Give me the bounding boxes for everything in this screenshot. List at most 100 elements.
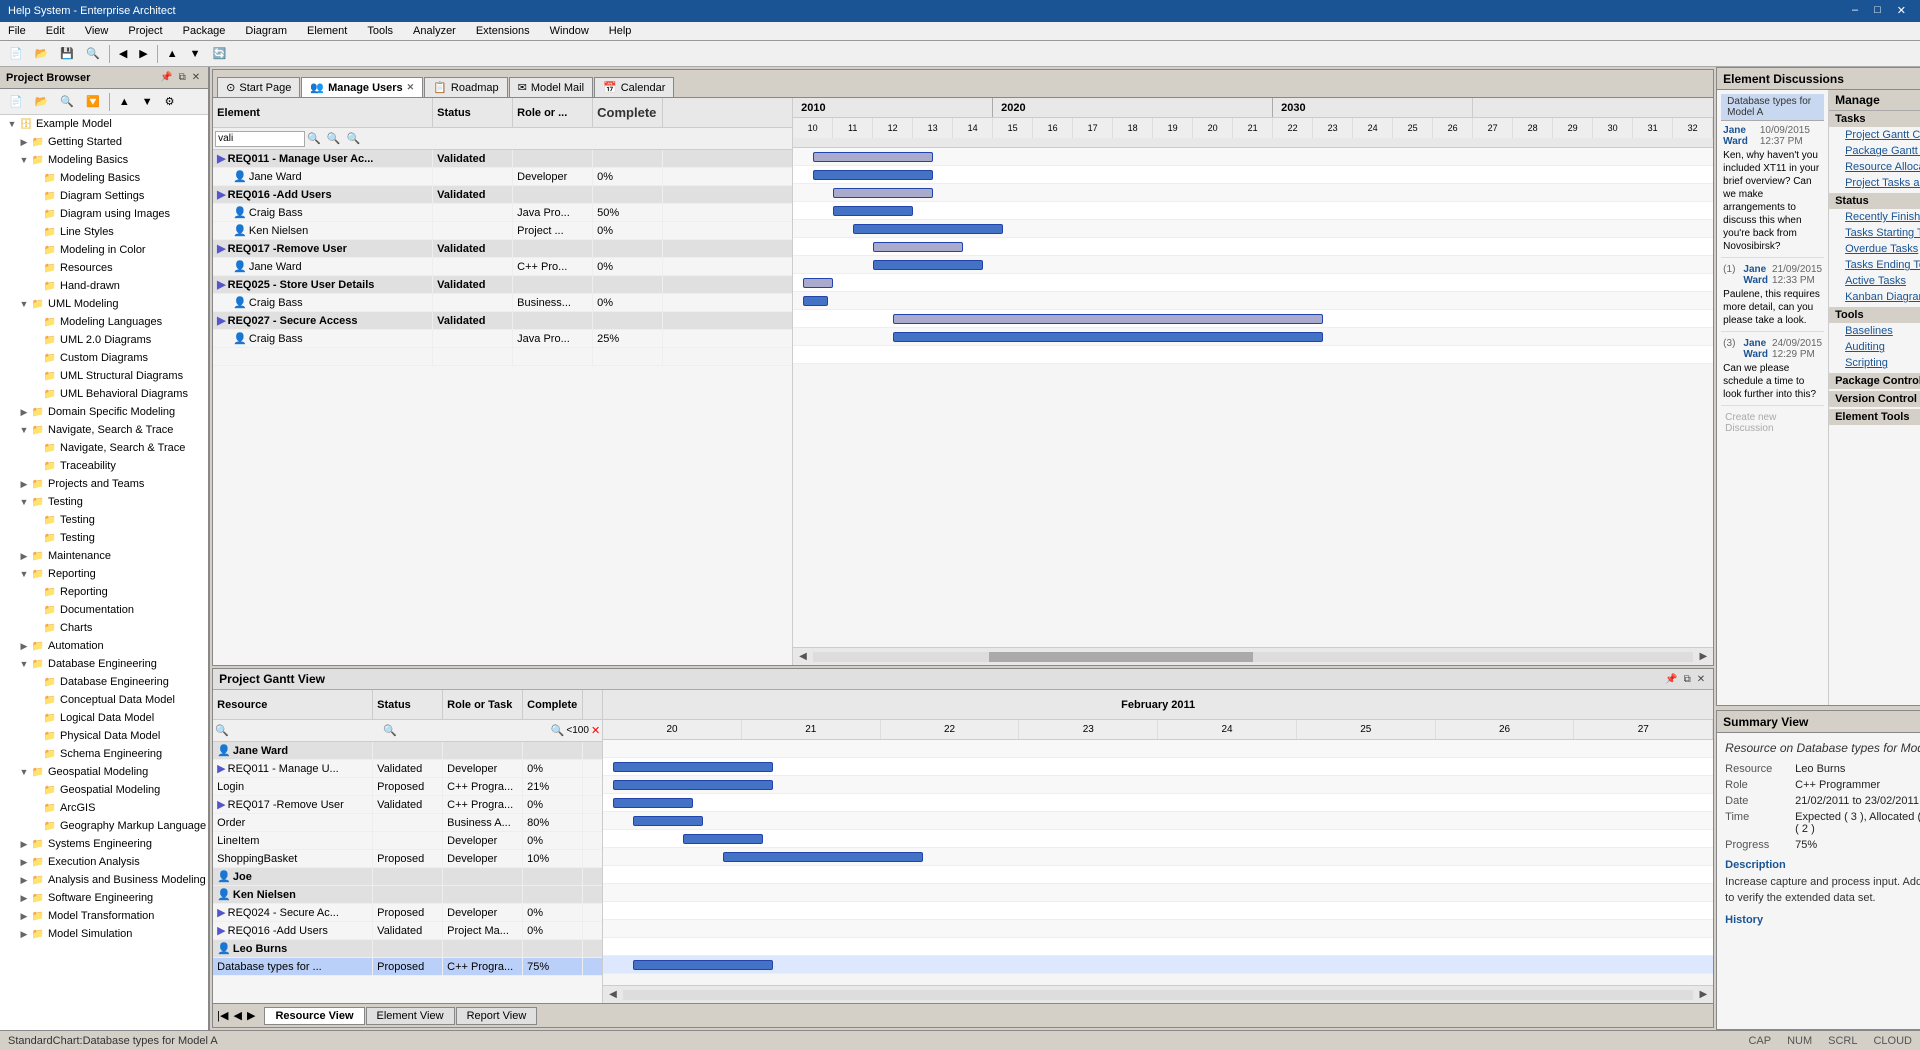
search-settings-icon[interactable]: 🔍 [347, 132, 361, 145]
tree-item-domain-specific[interactable]: ▶ 📁 Domain Specific Modeling [0, 403, 208, 421]
manage-section-title-4[interactable]: Version Control▼ [1829, 391, 1920, 407]
tree-arrow-projects-teams[interactable]: ▶ [18, 479, 30, 490]
zoom-icon[interactable]: 🔍 [327, 132, 341, 145]
top-gantt-row-7[interactable]: ▶ REQ025 - Store User Details Validated [213, 276, 792, 294]
bottom-gantt-row-5[interactable]: LineItem Developer 0% [213, 832, 602, 850]
tree-item-systems-engineering[interactable]: ▶ 📁 Systems Engineering [0, 835, 208, 853]
bottom-gantt-row-11[interactable]: 👤 Leo Burns [213, 940, 602, 958]
minimize-btn[interactable]: – [1846, 3, 1864, 18]
tree-item-modeling-basics-sub[interactable]: 📁 Modeling Basics [0, 169, 208, 187]
create-discussion[interactable]: Create new Discussion [1721, 408, 1824, 438]
bottom-gantt-row-10[interactable]: ▶ REQ016 -Add Users Validated Project Ma… [213, 922, 602, 940]
manage-item-0-1[interactable]: Package Gantt Chart [1829, 143, 1920, 159]
tree-item-model-transformation[interactable]: ▶ 📁 Model Transformation [0, 907, 208, 925]
tree-arrow-automation[interactable]: ▶ [18, 641, 30, 652]
scroll-thumb[interactable] [989, 652, 1253, 662]
tree-arrow-database-engineering[interactable]: ▼ [18, 659, 30, 669]
tree-arrow-execution-analysis[interactable]: ▶ [18, 857, 30, 868]
tree-item-line-styles[interactable]: 📁 Line Styles [0, 223, 208, 241]
tree-arrow-model-transformation[interactable]: ▶ [18, 911, 30, 922]
tree-item-custom-diagrams[interactable]: 📁 Custom Diagrams [0, 349, 208, 367]
bottom-gantt-row-8[interactable]: 👤 Ken Nielsen [213, 886, 602, 904]
tree-item-hand-drawn[interactable]: 📁 Hand-drawn [0, 277, 208, 295]
bottom-nav-prev[interactable]: ◀ [234, 1009, 242, 1022]
tree-item-charts[interactable]: 📁 Charts [0, 619, 208, 637]
bottom-search-icon3[interactable]: 🔍 [551, 724, 565, 737]
top-gantt-row-4[interactable]: 👤 Ken Nielsen Project ... 0% [213, 222, 792, 240]
tree-item-software-engineering[interactable]: ▶ 📁 Software Engineering [0, 889, 208, 907]
top-gantt-row-11[interactable] [213, 348, 792, 366]
manage-section-title-1[interactable]: Status▼ [1829, 193, 1920, 209]
tree-item-testing-sub1[interactable]: 📁 Testing [0, 511, 208, 529]
back-btn[interactable]: ◀ [114, 43, 132, 65]
bottom-gantt-row-4[interactable]: Order Business A... 80% [213, 814, 602, 832]
tree-item-diagram-using-images[interactable]: 📁 Diagram using Images [0, 205, 208, 223]
tree-item-database-engineering[interactable]: ▼ 📁 Database Engineering [0, 655, 208, 673]
tree-filter-btn[interactable]: 🔽 [81, 91, 105, 113]
manage-item-1-3[interactable]: Tasks Ending Today [1829, 257, 1920, 273]
top-gantt-row-10[interactable]: 👤 Craig Bass Java Pro... 25% [213, 330, 792, 348]
tree-open-btn[interactable]: 📂 [30, 91, 54, 113]
manage-item-2-2[interactable]: Scripting [1829, 355, 1920, 371]
tab-1[interactable]: 👥 Manage Users ✕ [301, 77, 423, 97]
tree-item-reporting[interactable]: ▼ 📁 Reporting [0, 565, 208, 583]
bottom-close-btn[interactable]: ✕ [1695, 674, 1707, 685]
manage-item-2-0[interactable]: Baselines [1829, 323, 1920, 339]
tree-arrow-systems-engineering[interactable]: ▶ [18, 839, 30, 850]
manage-section-title-5[interactable]: Element Tools▼ [1829, 409, 1920, 425]
manage-item-1-4[interactable]: Active Tasks [1829, 273, 1920, 289]
search-btn[interactable]: 🔍 [81, 43, 105, 65]
tree-item-model-simulation[interactable]: ▶ 📁 Model Simulation [0, 925, 208, 943]
tree-item-analysis-business[interactable]: ▶ 📁 Analysis and Business Modeling [0, 871, 208, 889]
tree-search-btn[interactable]: 🔍 [55, 91, 79, 113]
top-gantt-row-1[interactable]: 👤 Jane Ward Developer 0% [213, 168, 792, 186]
top-gantt-row-8[interactable]: 👤 Craig Bass Business... 0% [213, 294, 792, 312]
bottom-gantt-row-3[interactable]: ▶ REQ017 -Remove User Validated C++ Prog… [213, 796, 602, 814]
bottom-scroll-left[interactable]: ◀ [607, 989, 619, 1000]
tree-item-modeling-in-color[interactable]: 📁 Modeling in Color [0, 241, 208, 259]
tree-item-uml-modeling[interactable]: ▼ 📁 UML Modeling [0, 295, 208, 313]
tree-item-resources[interactable]: 📁 Resources [0, 259, 208, 277]
tree-arrow-uml-modeling[interactable]: ▼ [18, 299, 30, 309]
bottom-float-btn[interactable]: ⧉ [1682, 674, 1693, 685]
tree-item-modeling-basics[interactable]: ▼ 📁 Modeling Basics [0, 151, 208, 169]
tree-item-traceability[interactable]: 📁 Traceability [0, 457, 208, 475]
tree-arrow-maintenance[interactable]: ▶ [18, 551, 30, 562]
tree-item-automation[interactable]: ▶ 📁 Automation [0, 637, 208, 655]
scroll-left-btn[interactable]: ◀ [797, 651, 809, 662]
menu-package[interactable]: Package [179, 23, 230, 39]
menu-analyzer[interactable]: Analyzer [409, 23, 460, 39]
tree-arrow-navigate-search[interactable]: ▼ [18, 425, 30, 435]
tab-close-1[interactable]: ✕ [407, 82, 415, 93]
tree-arrow-example-model[interactable]: ▼ [6, 119, 18, 129]
manage-section-title-0[interactable]: Tasks▼ [1829, 111, 1920, 127]
tab-0[interactable]: ⊙ Start Page [217, 77, 300, 97]
tree-item-modeling-languages[interactable]: 📁 Modeling Languages [0, 313, 208, 331]
tree-arrow-getting-started[interactable]: ▶ [18, 137, 30, 148]
top-gantt-row-5[interactable]: ▶ REQ017 -Remove User Validated [213, 240, 792, 258]
tree-item-geospatial-sub[interactable]: 📁 Geospatial Modeling [0, 781, 208, 799]
bottom-gantt-row-6[interactable]: ShoppingBasket Proposed Developer 10% [213, 850, 602, 868]
manage-item-2-1[interactable]: Auditing [1829, 339, 1920, 355]
tree-item-geospatial-modeling[interactable]: ▼ 📁 Geospatial Modeling [0, 763, 208, 781]
menu-extensions[interactable]: Extensions [472, 23, 534, 39]
close-btn[interactable]: ✕ [1891, 3, 1912, 18]
tree-item-execution-analysis[interactable]: ▶ 📁 Execution Analysis [0, 853, 208, 871]
bottom-tab-1[interactable]: Element View [366, 1007, 455, 1025]
tree-new-btn[interactable]: 📄 [4, 91, 28, 113]
bottom-tab-2[interactable]: Report View [456, 1007, 538, 1025]
tree-item-testing-sub2[interactable]: 📁 Testing [0, 529, 208, 547]
tree-item-physical-data-model[interactable]: 📁 Physical Data Model [0, 727, 208, 745]
tree-arrow-geospatial-modeling[interactable]: ▼ [18, 767, 30, 777]
tree-item-uml-behavioral[interactable]: 📁 UML Behavioral Diagrams [0, 385, 208, 403]
tree-item-uml-structural[interactable]: 📁 UML Structural Diagrams [0, 367, 208, 385]
tree-item-logical-data-model[interactable]: 📁 Logical Data Model [0, 709, 208, 727]
tree-item-database-engineering-sub[interactable]: 📁 Database Engineering [0, 673, 208, 691]
top-gantt-row-0[interactable]: ▶ REQ011 - Manage User Ac... Validated [213, 150, 792, 168]
bottom-gantt-row-12[interactable]: Database types for ... Proposed C++ Prog… [213, 958, 602, 976]
maximize-btn[interactable]: □ [1868, 3, 1887, 18]
sync-btn[interactable]: 🔄 [208, 43, 232, 65]
tree-arrow-model-simulation[interactable]: ▶ [18, 929, 30, 940]
top-gantt-row-3[interactable]: 👤 Craig Bass Java Pro... 50% [213, 204, 792, 222]
manage-item-1-2[interactable]: Overdue Tasks [1829, 241, 1920, 257]
